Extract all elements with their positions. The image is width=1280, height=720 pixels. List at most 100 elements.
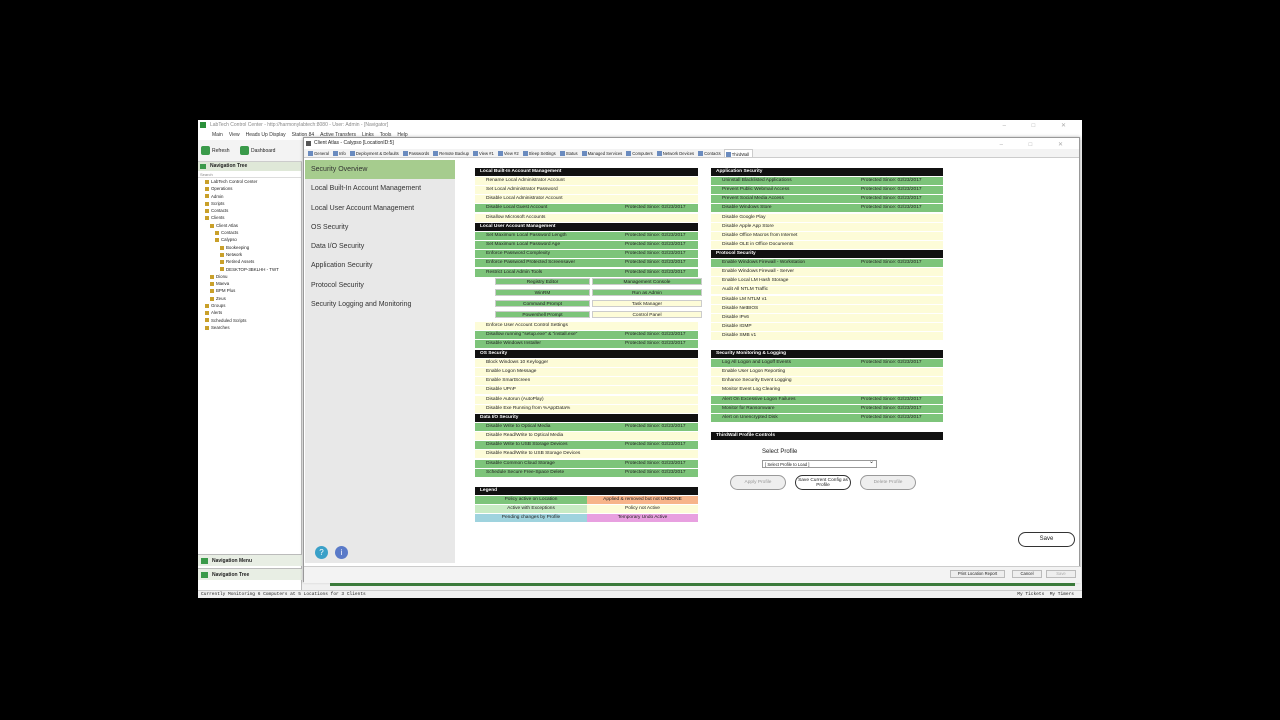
policy-row[interactable]: Enforce Password Protected Screensaver Pr… bbox=[475, 259, 698, 268]
apply-profile-button[interactable]: Apply Profile bbox=[730, 475, 786, 490]
side-item-6[interactable]: Protocol Security bbox=[305, 276, 455, 295]
policy-row[interactable]: Uninstall Blacklisted Applications Protec… bbox=[711, 177, 943, 185]
policy-row[interactable]: Disable Windows Store Protected Since: 02… bbox=[711, 204, 943, 213]
policy-row[interactable]: Disable SMB v1 bbox=[711, 332, 943, 341]
policy-row[interactable]: Monitor for Ransomware Protected Since: 0… bbox=[711, 404, 943, 413]
save-button[interactable]: Save bbox=[1018, 532, 1075, 547]
tab-3[interactable]: Passwords bbox=[402, 149, 432, 157]
dashboard-button[interactable]: Dashboard bbox=[240, 146, 275, 155]
tab-1[interactable]: Info bbox=[332, 149, 349, 157]
policy-row[interactable]: Disable NetBIOS bbox=[711, 304, 943, 313]
policy-row[interactable]: Disable OLE in Office Documents bbox=[711, 241, 943, 250]
policy-row[interactable]: Enable Local LM Hash Storage bbox=[711, 277, 943, 286]
navigation-menu-button[interactable]: Navigation Menu bbox=[198, 554, 302, 566]
side-item-7[interactable]: Security Logging and Monitoring bbox=[305, 295, 455, 314]
restrict-tool-cell[interactable]: Command Prompt bbox=[495, 300, 590, 307]
policy-row[interactable]: Rename Local Administrator Account bbox=[475, 177, 698, 185]
select-profile-dropdown[interactable]: [ Select Profile to Load ] bbox=[762, 459, 877, 468]
policy-row[interactable]: Alert on Unencrypted Disk Protected Since… bbox=[711, 413, 943, 422]
tab-4[interactable]: Remote Backup bbox=[432, 149, 472, 157]
side-item-0[interactable]: Security Overview bbox=[305, 160, 455, 180]
tab-5[interactable]: View #1 bbox=[472, 149, 497, 157]
policy-row[interactable]: Prevent Social Media Access Protected Sin… bbox=[711, 195, 943, 204]
tree-item[interactable]: DESKTOP-3BKLHH - TWT bbox=[198, 266, 301, 273]
tree-item[interactable]: Contacts bbox=[198, 207, 301, 214]
policy-row[interactable]: Log All Logon and Logoff Events Protected… bbox=[711, 359, 943, 367]
tree-item[interactable]: Retired Assets bbox=[198, 258, 301, 265]
policy-row[interactable]: Enhance Security Event Logging bbox=[711, 377, 943, 386]
side-item-5[interactable]: Application Security bbox=[305, 256, 455, 275]
tab-9[interactable]: Managed Services bbox=[581, 149, 626, 157]
tree-item[interactable]: Contacts bbox=[198, 229, 301, 236]
policy-row[interactable]: Disable IGMP bbox=[711, 323, 943, 332]
tree-item[interactable]: Groups bbox=[198, 302, 301, 309]
policy-row[interactable]: Restrict Local Admin Tools Protected Sinc… bbox=[475, 268, 698, 277]
menu-item-0[interactable]: Main bbox=[212, 132, 223, 138]
restrict-tool-cell[interactable]: Run as Admin bbox=[592, 289, 702, 296]
my-timers[interactable]: My Timers bbox=[1050, 592, 1074, 597]
cancel-button[interactable]: Cancel bbox=[1012, 570, 1042, 578]
restrict-tool-cell[interactable]: Task Manager bbox=[592, 300, 702, 307]
policy-row[interactable]: Set Maximum Local Password Length Protect… bbox=[475, 232, 698, 240]
restrict-tool-cell[interactable]: Powershell Prompt bbox=[495, 311, 590, 318]
tab-10[interactable]: Computers bbox=[625, 149, 655, 157]
navigation-tree-button[interactable]: Navigation Tree bbox=[198, 568, 302, 580]
tree-item[interactable]: Dionu bbox=[198, 273, 301, 280]
client-window-controls[interactable]: – □ ✕ bbox=[1000, 140, 1075, 151]
footer-save-button[interactable]: Save bbox=[1046, 570, 1076, 578]
tree-item[interactable]: BPM Plus bbox=[198, 287, 301, 294]
delete-profile-button[interactable]: Delete Profile bbox=[860, 475, 916, 490]
tab-2[interactable]: Deployment & Defaults bbox=[349, 149, 402, 157]
tree-item[interactable]: Operations bbox=[198, 185, 301, 192]
tree-item[interactable]: Calypso bbox=[198, 236, 301, 243]
tab-7[interactable]: Sleep Settings bbox=[522, 149, 559, 157]
policy-row[interactable]: Disable Read/Write to USB Storage Device… bbox=[475, 450, 698, 459]
tree-item[interactable]: Network bbox=[198, 251, 301, 258]
tree-item[interactable]: Client Atlas bbox=[198, 222, 301, 229]
policy-row[interactable]: Disable Common Cloud Storage Protected Si… bbox=[475, 459, 698, 468]
tab-13[interactable]: ThirdWall bbox=[723, 149, 754, 157]
policy-row[interactable]: Disable Office Macros from Internet bbox=[711, 231, 943, 240]
nav-search-input[interactable]: Search bbox=[198, 171, 301, 178]
policy-row[interactable]: Disable Apple App Store bbox=[711, 222, 943, 231]
menu-item-1[interactable]: View bbox=[229, 132, 240, 138]
restrict-tool-cell[interactable]: Registry Editor bbox=[495, 278, 590, 285]
policy-row[interactable]: Disallow Microsoft Accounts bbox=[475, 213, 698, 222]
policy-row[interactable]: Disable Write to USB Storage Devices Prot… bbox=[475, 441, 698, 450]
tree-item[interactable]: Zeus bbox=[198, 295, 301, 302]
restrict-tool-cell[interactable]: Control Panel bbox=[592, 311, 702, 318]
policy-row[interactable]: Enable Windows Firewall - Server bbox=[711, 268, 943, 277]
policy-row[interactable]: Enable Windows Firewall - Workstation Pro… bbox=[711, 259, 943, 267]
side-item-2[interactable]: Local User Account Management bbox=[305, 199, 455, 218]
side-item-4[interactable]: Data I/O Security bbox=[305, 237, 455, 256]
policy-row[interactable]: Enforce User Account Control Settings bbox=[475, 322, 698, 330]
policy-row[interactable]: Disable Write to Optical Media Protected … bbox=[475, 423, 698, 431]
print-location-report-button[interactable]: Print Location Report bbox=[950, 570, 1005, 578]
policy-row[interactable]: Disable UPnP bbox=[475, 386, 698, 395]
policy-row[interactable]: Disable Local Guest Account Protected Sin… bbox=[475, 204, 698, 213]
my-tickets[interactable]: My Tickets bbox=[1017, 592, 1044, 597]
policy-row[interactable]: Disable Read/Write to Optical Media bbox=[475, 432, 698, 441]
policy-row[interactable]: Block Windows 10 Keylogger bbox=[475, 359, 698, 367]
tree-item[interactable]: Alerts bbox=[198, 309, 301, 316]
policy-row[interactable]: Enable SmartScreen bbox=[475, 377, 698, 386]
policy-row[interactable]: Monitor Event Log Clearing bbox=[711, 386, 943, 395]
policy-row[interactable]: Disallow running "setup.exe" & "install.… bbox=[475, 331, 698, 340]
restrict-tool-cell[interactable]: WinRM bbox=[495, 289, 590, 296]
tree-item[interactable]: Scheduled Scripts bbox=[198, 317, 301, 324]
policy-row[interactable]: Disable Local Administrator Account bbox=[475, 195, 698, 204]
tree-item[interactable]: Scripts bbox=[198, 200, 301, 207]
policy-row[interactable]: Disable Windows Installer Protected Since… bbox=[475, 340, 698, 349]
tab-6[interactable]: View #2 bbox=[497, 149, 522, 157]
policy-row[interactable]: Schedule Secure Free-Space Delete Protect… bbox=[475, 468, 698, 477]
side-item-1[interactable]: Local Built-In Account Management bbox=[305, 179, 455, 198]
restrict-tool-cell[interactable]: Management Console bbox=[592, 278, 702, 285]
tree-item[interactable]: Searches bbox=[198, 324, 301, 331]
policy-row[interactable]: Prevent Public Webmail Access Protected S… bbox=[711, 186, 943, 195]
tab-0[interactable]: General bbox=[307, 149, 332, 157]
tree-item[interactable]: Admin bbox=[198, 193, 301, 200]
tree-item[interactable]: LabTech Control Center bbox=[198, 178, 301, 185]
policy-row[interactable]: Set Maximum Local Password Age Protected … bbox=[475, 241, 698, 250]
policy-row[interactable]: Enable Logon Message bbox=[475, 368, 698, 377]
tab-8[interactable]: Status bbox=[559, 149, 581, 157]
